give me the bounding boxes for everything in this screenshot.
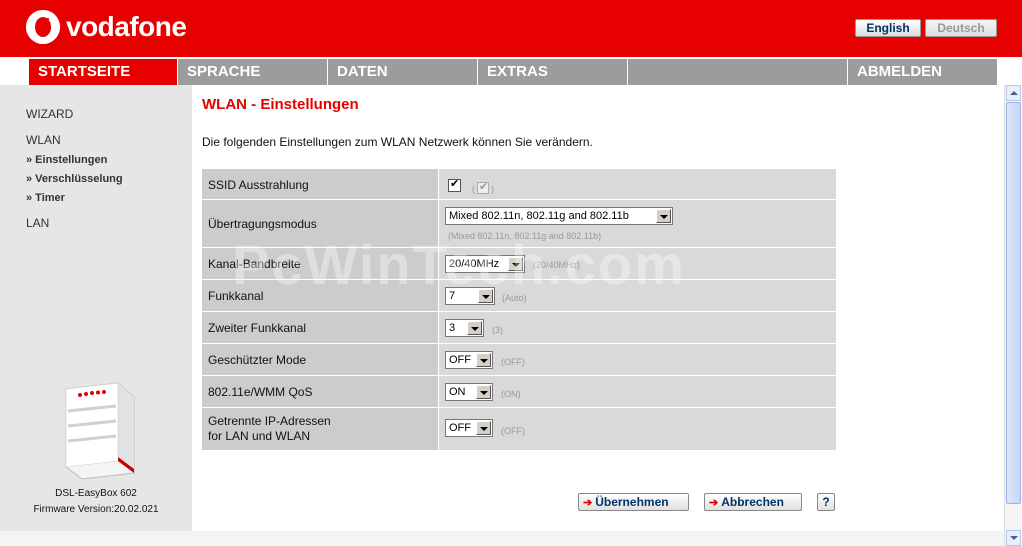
channel-hint: (Auto) (502, 293, 527, 303)
sidebar-item-wizard[interactable]: WIZARD (26, 107, 73, 121)
transfer-mode-hint: (Mixed 802.11n, 802.11g and 802.11b) (448, 231, 602, 241)
wmm-qos-hint: (ON) (501, 389, 521, 399)
bandwidth-hint: (20/40MHz) (533, 260, 581, 270)
nav-extras[interactable]: EXTRAS (477, 59, 627, 85)
row-label: Zweiter Funkkanal (208, 321, 307, 335)
sidebar-item-timer[interactable]: » Timer (26, 192, 65, 204)
settings-row-mode: Übertragungsmodus Mixed 802.11n, 802.11g… (202, 200, 836, 248)
settings-row-ssid: SSID Ausstrahlung () (202, 169, 836, 200)
sidebar-item-verschluesselung[interactable]: » Verschlüsselung (26, 173, 123, 185)
separate-ip-select[interactable]: OFF (445, 419, 493, 437)
settings-row-second-channel: Zweiter Funkkanal 3 (3) (202, 312, 836, 344)
row-label: 802.11e/WMM QoS (208, 385, 313, 399)
nav-startseite[interactable]: STARTSEITE (28, 59, 177, 85)
arrow-right-icon: ➔ (709, 496, 719, 509)
ssid-broadcast-checkbox[interactable] (448, 177, 461, 192)
nav-abmelden[interactable]: ABMELDEN (847, 59, 997, 85)
chevron-down-icon (476, 353, 491, 367)
scroll-up-icon[interactable] (1006, 85, 1021, 101)
nav-sprache[interactable]: SPRACHE (177, 59, 327, 85)
settings-row-protected-mode: Geschützter Mode OFF (OFF) (202, 344, 836, 376)
firmware-version: Firmware Version:20.02.021 (33, 504, 159, 515)
protected-mode-value: OFF (449, 354, 471, 366)
separate-ip-hint: (OFF) (501, 426, 525, 436)
channel-select[interactable]: 7 (445, 287, 495, 305)
second-channel-select[interactable]: 3 (445, 319, 484, 337)
chevron-down-icon (656, 209, 671, 223)
row-label: Geschützter Mode (208, 353, 307, 367)
english-language-button[interactable]: English (855, 19, 921, 37)
chevron-down-icon (508, 257, 523, 271)
separate-ip-value: OFF (449, 422, 471, 434)
bandwidth-select[interactable]: 20/40MHz (445, 255, 525, 273)
channel-value: 7 (449, 290, 456, 302)
bottom-bar (0, 531, 1004, 546)
apply-label: Übernehmen (595, 495, 669, 509)
transfer-mode-select[interactable]: Mixed 802.11n, 802.11g and 802.11b (445, 207, 673, 225)
vodafone-logo: vodafone (26, 10, 187, 44)
transfer-mode-value: Mixed 802.11n, 802.11g and 802.11b (449, 210, 629, 222)
protected-mode-hint: (OFF) (501, 357, 525, 367)
protected-mode-select[interactable]: OFF (445, 351, 493, 369)
sidebar: WIZARD WLAN » Einstellungen » Verschlüss… (0, 85, 192, 531)
deutsch-language-button[interactable]: Deutsch (925, 19, 997, 37)
row-label: Kanal-Bandbreite (208, 257, 301, 271)
cancel-button[interactable]: ➔ Abbrechen (704, 493, 802, 511)
router-device-image (65, 382, 135, 480)
chevron-down-icon (476, 385, 491, 399)
cancel-label: Abbrechen (721, 495, 784, 509)
settings-row-channel: Funkkanal 7 (Auto) (202, 280, 836, 312)
sidebar-item-wlan[interactable]: WLAN (26, 133, 61, 147)
header-bar: vodafone English Deutsch (0, 0, 1022, 57)
sidebar-item-einstellungen[interactable]: » Einstellungen (26, 154, 107, 166)
device-name: DSL-EasyBox 602 (55, 488, 137, 499)
settings-row-wmm: 802.11e/WMM QoS ON (ON) (202, 376, 836, 408)
wmm-qos-select[interactable]: ON (445, 383, 493, 401)
main-nav: STARTSEITE SPRACHE DATEN EXTRAS ABMELDEN (0, 57, 1022, 85)
scroll-thumb[interactable] (1006, 102, 1021, 504)
row-label: Getrennte IP-Adressen for LAN und WLAN (208, 414, 331, 443)
settings-row-separate-ip: Getrennte IP-Adressen for LAN und WLAN O… (202, 408, 836, 451)
apply-button[interactable]: ➔ Übernehmen (578, 493, 689, 511)
help-button[interactable]: ? (817, 493, 835, 511)
second-channel-hint: (3) (492, 325, 503, 335)
arrow-right-icon: ➔ (583, 496, 593, 509)
row-label: SSID Ausstrahlung (208, 178, 309, 192)
scroll-down-icon[interactable] (1006, 530, 1021, 546)
sidebar-item-lan[interactable]: LAN (26, 216, 49, 230)
second-channel-value: 3 (449, 322, 456, 334)
row-label: Funkkanal (208, 289, 264, 303)
vertical-scrollbar[interactable] (1004, 85, 1021, 546)
wmm-qos-value: ON (449, 386, 466, 398)
intro-text: Die folgenden Einstellungen zum WLAN Net… (202, 135, 593, 149)
row-label: Übertragungsmodus (208, 217, 317, 231)
vodafone-speechmark-icon (26, 10, 60, 44)
chevron-down-icon (478, 289, 493, 303)
nav-empty (627, 59, 847, 85)
chevron-down-icon (476, 421, 491, 435)
nav-daten[interactable]: DATEN (327, 59, 477, 85)
bandwidth-value: 20/40MHz (449, 258, 500, 270)
chevron-down-icon (467, 321, 482, 335)
settings-table: SSID Ausstrahlung () Übertragungsmodus M… (202, 169, 836, 451)
brand-name: vodafone (66, 11, 187, 42)
ssid-default-checkbox (477, 180, 489, 194)
ssid-hint: () (472, 180, 494, 194)
page-title: WLAN - Einstellungen (202, 96, 359, 113)
settings-row-bandwidth: Kanal-Bandbreite 20/40MHz (20/40MHz) (202, 248, 836, 280)
